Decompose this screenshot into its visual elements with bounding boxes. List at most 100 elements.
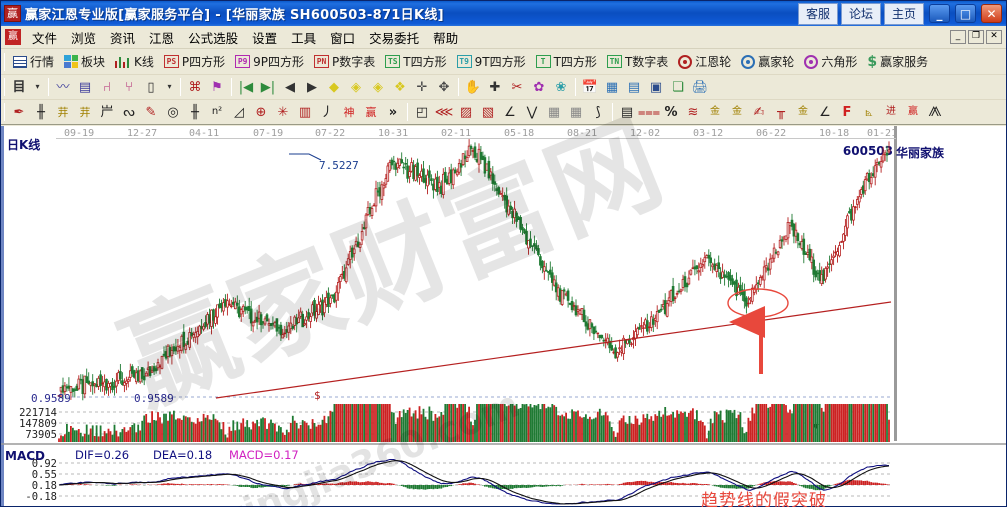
- calendar-icon[interactable]: 📅: [579, 76, 601, 98]
- price-chart-svg[interactable]: [1, 126, 1006, 506]
- menu-item-formula-screen[interactable]: 公式选股: [181, 26, 245, 49]
- flag-icon[interactable]: ⚑: [206, 76, 228, 98]
- pct-line-icon[interactable]: ≋: [682, 101, 704, 123]
- mdi-restore-button[interactable]: ❐: [968, 30, 984, 44]
- crosshair-icon[interactable]: ✚: [484, 76, 506, 98]
- close-button[interactable]: ✕: [981, 4, 1002, 23]
- angle-line-icon[interactable]: ∠: [499, 101, 521, 123]
- coarse-grid-icon[interactable]: ▦: [565, 101, 587, 123]
- angle-tool-icon[interactable]: ◿: [228, 101, 250, 123]
- zoom-left-icon[interactable]: ◆: [323, 76, 345, 98]
- star-burst-icon[interactable]: ✳: [272, 101, 294, 123]
- circle-cycle-icon[interactable]: ◎: [162, 101, 184, 123]
- zoom-expand-icon[interactable]: ❖: [389, 76, 411, 98]
- step-line-icon[interactable]: ⼃: [316, 101, 338, 123]
- gold-line-icon[interactable]: 金: [726, 101, 748, 123]
- menu-item-trade[interactable]: 交易委托: [362, 26, 426, 49]
- mdi-minimize-button[interactable]: _: [950, 30, 966, 44]
- rays-icon[interactable]: ⋘: [433, 101, 455, 123]
- zigzag-icon[interactable]: ⋁: [521, 101, 543, 123]
- toolbar-button-9p-square[interactable]: P9 9P四方形: [230, 50, 309, 74]
- gann-fan-icon[interactable]: ╫: [30, 101, 52, 123]
- gold-circle-icon[interactable]: 金: [704, 101, 726, 123]
- menu-item-tools[interactable]: 工具: [284, 26, 323, 49]
- gold-ratio-1-icon[interactable]: 茾: [52, 101, 74, 123]
- box-grid-icon[interactable]: ▥: [294, 101, 316, 123]
- channel-icon[interactable]: ▧: [477, 101, 499, 123]
- formula-icon[interactable]: ⌘: [184, 76, 206, 98]
- menu-item-help[interactable]: 帮助: [426, 26, 465, 49]
- first-page-icon[interactable]: |◀: [235, 76, 257, 98]
- four-line-icon[interactable]: ⨇: [924, 101, 946, 123]
- menu-item-window[interactable]: 窗口: [323, 26, 362, 49]
- copy-icon[interactable]: ❏: [667, 76, 689, 98]
- toolbar-button-t-number-table[interactable]: TN T数字表: [602, 50, 673, 74]
- toolbar-button-gann-wheel[interactable]: 江恩轮: [673, 50, 736, 74]
- grid-lines-icon[interactable]: ╫: [184, 101, 206, 123]
- spiral-icon[interactable]: ᔓ: [118, 101, 140, 123]
- menu-item-file[interactable]: 文件: [25, 26, 64, 49]
- zoom-horizontal-icon[interactable]: ◈: [367, 76, 389, 98]
- minimize-button[interactable]: _: [929, 4, 950, 23]
- candle-dropdown-icon[interactable]: ▾: [162, 76, 177, 98]
- notes-icon[interactable]: ▤: [623, 76, 645, 98]
- toolbar-button-quotes[interactable]: 行情: [8, 50, 59, 74]
- gold-angle-icon[interactable]: ⦝: [858, 101, 880, 123]
- pen-red-icon[interactable]: ✍: [748, 101, 770, 123]
- report-icon[interactable]: ▤: [74, 76, 96, 98]
- toolbar-button-sector[interactable]: 板块: [59, 50, 110, 74]
- toolbar-button-kline[interactable]: K线: [110, 50, 159, 74]
- brain-icon[interactable]: ❀: [550, 76, 572, 98]
- zoom-center-icon[interactable]: ✛: [411, 76, 433, 98]
- forum-link[interactable]: 论坛: [840, 2, 881, 25]
- zoom-all-icon[interactable]: ✥: [433, 76, 455, 98]
- square-n2-icon[interactable]: n²: [206, 101, 228, 123]
- gold-ratio-2-icon[interactable]: 茾: [74, 101, 96, 123]
- prev-icon[interactable]: ◀: [279, 76, 301, 98]
- flower-icon[interactable]: ✿: [528, 76, 550, 98]
- pen-point-icon[interactable]: ✎: [140, 101, 162, 123]
- print-icon[interactable]: 🖨: [689, 76, 711, 98]
- fib-retrace-icon[interactable]: ⩶: [638, 101, 660, 123]
- menu-item-news[interactable]: 资讯: [103, 26, 142, 49]
- menu-item-browse[interactable]: 浏览: [64, 26, 103, 49]
- indicator-9-icon[interactable]: ⑂: [118, 76, 140, 98]
- toolbar-button-winner-wheel[interactable]: 赢家轮: [736, 50, 799, 74]
- maximize-button[interactable]: □: [955, 4, 976, 23]
- gold-box-icon[interactable]: 金: [792, 101, 814, 123]
- ying-tool-icon[interactable]: 赢: [360, 101, 382, 123]
- hline-pair-icon[interactable]: ╥: [770, 101, 792, 123]
- target-cross-icon[interactable]: ⊕: [250, 101, 272, 123]
- fib-f-icon[interactable]: F: [836, 101, 858, 123]
- toolbar-button-9t-square[interactable]: T9 9T四方形: [452, 50, 531, 74]
- zoom-right-icon[interactable]: ◈: [345, 76, 367, 98]
- toolbar-button-hexagon[interactable]: 六角形: [799, 50, 862, 74]
- ying-angle-icon[interactable]: 赢: [902, 101, 924, 123]
- shen-tool-icon[interactable]: 神: [338, 101, 360, 123]
- parallelogram-icon[interactable]: ▨: [455, 101, 477, 123]
- period-dropdown-icon[interactable]: ▾: [30, 76, 45, 98]
- customer-service-link[interactable]: 客服: [797, 2, 838, 25]
- toolbar-button-t-square[interactable]: T T四方形: [531, 50, 602, 74]
- indicator-3-icon[interactable]: ⑁: [96, 76, 118, 98]
- calculator-icon[interactable]: ▦: [601, 76, 623, 98]
- save-icon[interactable]: ▣: [645, 76, 667, 98]
- candle-single-icon[interactable]: ▯: [140, 76, 162, 98]
- rect-draw-icon[interactable]: ◰: [411, 101, 433, 123]
- more-tools-icon[interactable]: »: [382, 101, 404, 123]
- menu-item-settings[interactable]: 设置: [245, 26, 284, 49]
- mdi-close-button[interactable]: ✕: [986, 30, 1002, 44]
- next-icon[interactable]: ▶: [301, 76, 323, 98]
- homepage-link[interactable]: 主页: [883, 2, 924, 25]
- toolbar-button-p-number-table[interactable]: PN P数字表: [309, 50, 380, 74]
- advance-icon[interactable]: 进: [880, 101, 902, 123]
- pen-draw-icon[interactable]: ✒: [8, 101, 30, 123]
- last-page-icon[interactable]: ▶|: [257, 76, 279, 98]
- period-day-icon[interactable]: 目: [8, 76, 30, 98]
- multi-line-icon[interactable]: 〰: [52, 76, 74, 98]
- toolbar-button-winner-service[interactable]: $ 赢家服务: [862, 50, 933, 74]
- fine-grid-icon[interactable]: ▦: [543, 101, 565, 123]
- percent-fan-icon[interactable]: 屵: [96, 101, 118, 123]
- toolbar-button-p-square[interactable]: PS P四方形: [159, 50, 230, 74]
- chart-panel[interactable]: 日K线 09-19 12-27 04-11 07-19 07-22 10-31 …: [1, 97, 1006, 507]
